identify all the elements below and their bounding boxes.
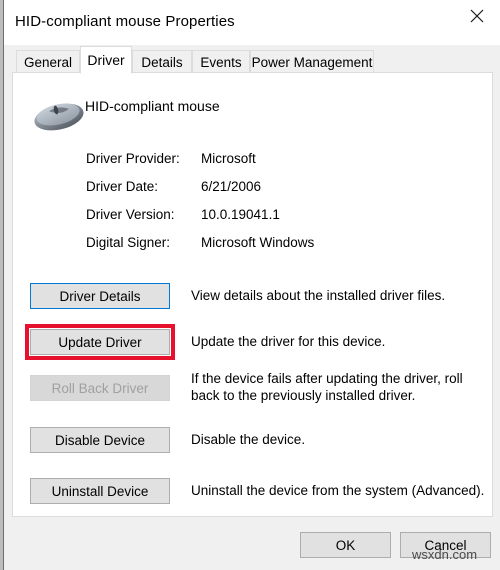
close-icon <box>470 9 484 23</box>
disable-device-description: Disable the device. <box>191 431 486 448</box>
driver-info-value: Microsoft <box>201 151 256 166</box>
driver-info-label: Driver Date: <box>86 179 158 194</box>
roll-back-driver-button: Roll Back Driver <box>30 375 170 401</box>
mouse-icon <box>29 95 89 137</box>
update-driver-button[interactable]: Update Driver <box>30 329 170 355</box>
tab-driver[interactable]: Driver <box>80 46 132 74</box>
driver-tab-panel: HID-compliant mouse Driver Provider: Micr… <box>12 72 493 517</box>
update-driver-description: Update the driver for this device. <box>191 333 486 350</box>
driver-info-value: 6/21/2006 <box>201 179 261 194</box>
uninstall-device-button[interactable]: Uninstall Device <box>30 478 170 504</box>
site-watermark: wsxdn.com <box>412 547 477 562</box>
driver-info-value: Microsoft Windows <box>201 235 314 250</box>
ok-button[interactable]: OK <box>300 532 391 558</box>
device-properties-dialog: HID-compliant mouse Properties GeneralDr… <box>3 0 500 570</box>
driver-details-description: View details about the installed driver … <box>191 287 486 304</box>
driver-details-button[interactable]: Driver Details <box>30 283 170 309</box>
window-title: HID-compliant mouse Properties <box>15 13 235 30</box>
driver-info-row: Digital Signer: Microsoft Windows <box>13 235 492 260</box>
tab-general[interactable]: General <box>16 50 80 73</box>
driver-info-row: Driver Version: 10.0.19041.1 <box>13 207 492 232</box>
dialog-footer: OK Cancel <box>4 518 500 570</box>
driver-info-label: Driver Version: <box>86 207 175 222</box>
close-button[interactable] <box>454 0 500 32</box>
tab-details[interactable]: Details <box>132 50 192 73</box>
driver-info-label: Digital Signer: <box>86 235 170 250</box>
desktop-background: HID-compliant mouse Properties GeneralDr… <box>0 0 500 570</box>
roll-back-driver-description: If the device fails after updating the d… <box>191 370 486 404</box>
uninstall-device-description: Uninstall the device from the system (Ad… <box>191 482 486 499</box>
title-bar: HID-compliant mouse Properties <box>4 0 500 45</box>
driver-info-value: 10.0.19041.1 <box>201 207 280 222</box>
tab-power-management[interactable]: Power Management <box>250 50 374 73</box>
tab-events[interactable]: Events <box>192 50 250 73</box>
driver-info-label: Driver Provider: <box>86 151 180 166</box>
tab-strip: GeneralDriverDetailsEventsPower Manageme… <box>4 45 500 73</box>
device-name: HID-compliant mouse <box>85 98 220 114</box>
driver-info-row: Driver Provider: Microsoft <box>13 151 492 176</box>
disable-device-button[interactable]: Disable Device <box>30 427 170 453</box>
driver-info-row: Driver Date: 6/21/2006 <box>13 179 492 204</box>
